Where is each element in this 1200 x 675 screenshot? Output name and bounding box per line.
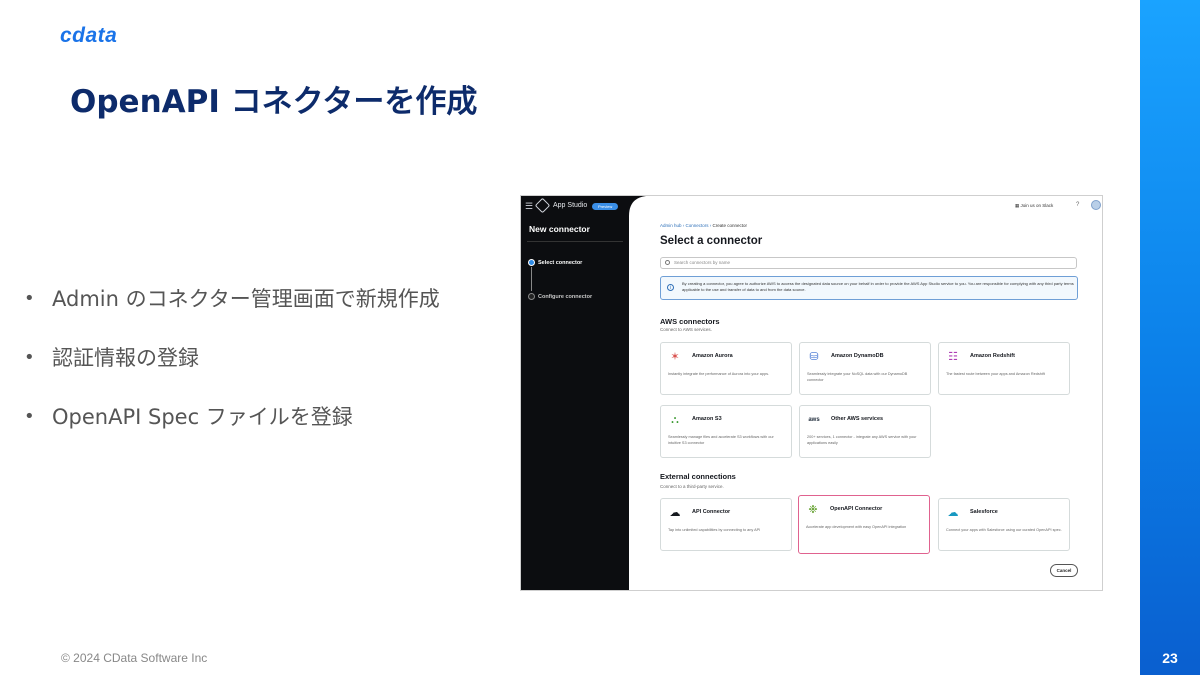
card-openapi-connector[interactable]: ❉ OpenAPI Connector Accelerate app devel… (798, 495, 930, 554)
salesforce-icon: ☁ (947, 507, 959, 519)
breadcrumb-admin-hub[interactable]: Admin hub (660, 223, 682, 228)
card-amazon-redshift[interactable]: ☷ Amazon Redshift The fastest route betw… (938, 342, 1070, 395)
info-alert: i By creating a connector, you agree to … (660, 276, 1078, 300)
cloud-icon: ☁ (669, 507, 681, 519)
card-salesforce[interactable]: ☁ Salesforce Connect your apps with Sale… (938, 498, 1070, 551)
card-title: OpenAPI Connector (830, 506, 883, 512)
step-current-icon (528, 259, 535, 266)
bullet-item: Admin のコネクター管理画面で新規作成 (24, 286, 494, 345)
card-title: Amazon Aurora (692, 353, 733, 359)
aurora-icon: ✶ (670, 351, 680, 363)
dynamodb-icon: ⛁ (809, 351, 819, 363)
help-icon[interactable]: ? (1076, 202, 1079, 208)
page-number: 23 (1162, 650, 1178, 666)
step-select-connector[interactable]: Select connector (538, 260, 582, 266)
breadcrumb: Admin hub › Connectors › Create connecto… (660, 223, 748, 228)
s3-icon: ⛬ (671, 414, 679, 426)
slide-title: OpenAPI コネクターを作成 (70, 84, 478, 120)
external-connections-subtitle: Connect to a third-party service. (660, 484, 724, 489)
bullet-item: OpenAPI Spec ファイルを登録 (24, 404, 494, 463)
avatar[interactable] (1091, 200, 1101, 210)
card-title: Amazon DynamoDB (831, 353, 884, 359)
card-description: Seamlessly integrate your NoSQL data wit… (807, 372, 908, 382)
header-curve (521, 196, 646, 226)
aws-connectors-subtitle: Connect to AWS services. (660, 327, 712, 332)
info-text: By creating a connector, you agree to au… (682, 281, 1074, 292)
card-description: Accelerate app development with easy Ope… (806, 525, 907, 529)
card-amazon-s3[interactable]: ⛬ Amazon S3 Seamlessly manage files and … (660, 405, 792, 458)
card-amazon-dynamodb[interactable]: ⛁ Amazon DynamoDB Seamlessly integrate y… (799, 342, 931, 395)
card-title: Amazon Redshift (970, 353, 1015, 359)
breadcrumb-connectors[interactable]: Connectors (686, 223, 709, 228)
app-studio-screenshot: ☰ App Studio Preview New connector Selec… (520, 195, 1103, 591)
aws-connectors-heading: AWS connectors (660, 317, 720, 326)
copyright-footer: © 2024 CData Software Inc (61, 651, 208, 665)
aws-icon: aws (808, 417, 820, 423)
sidebar-divider (527, 241, 623, 242)
new-connector-title: New connector (529, 224, 590, 234)
card-description: Tap into unlimited capabilities by conne… (668, 528, 761, 532)
card-title: Other AWS services (831, 416, 884, 422)
preview-badge: Preview (592, 203, 619, 210)
bullet-list: Admin のコネクター管理画面で新規作成 認証情報の登録 OpenAPI Sp… (24, 286, 494, 463)
breadcrumb-create-connector: Create connector (712, 223, 748, 228)
bullet-item: 認証情報の登録 (24, 345, 494, 404)
dark-sidebar (521, 196, 629, 590)
step-configure-connector[interactable]: Configure connector (538, 294, 592, 300)
cancel-button[interactable]: Cancel (1050, 564, 1078, 577)
card-description: The fastest route between your apps and … (946, 372, 1045, 376)
card-description: 200+ services, 1 connector - integrate a… (807, 435, 917, 445)
search-input[interactable]: Search connectors by name (660, 257, 1077, 269)
app-name: App Studio (553, 202, 588, 209)
external-connections-heading: External connections (660, 472, 736, 481)
accent-side-bar (1140, 0, 1200, 675)
cdata-logo: cdata (60, 24, 118, 47)
step-connector-line (531, 267, 532, 291)
card-description: Instantly integrate the performance of A… (668, 372, 770, 376)
card-api-connector[interactable]: ☁ API Connector Tap into unlimited capab… (660, 498, 792, 551)
redshift-icon: ☷ (948, 351, 958, 363)
card-description: Seamlessly manage files and accelerate S… (668, 435, 774, 445)
card-title: API Connector (692, 509, 731, 515)
join-slack-link[interactable]: ▦ Join us on Slack (1015, 203, 1053, 209)
search-placeholder: Search connectors by name (674, 260, 731, 265)
card-amazon-aurora[interactable]: ✶ Amazon Aurora Instantly integrate the … (660, 342, 792, 395)
menu-icon[interactable]: ☰ (525, 201, 533, 212)
openapi-icon: ❉ (808, 504, 818, 516)
card-title: Amazon S3 (692, 416, 722, 422)
card-title: Salesforce (970, 509, 998, 515)
card-other-aws-services[interactable]: aws Other AWS services 200+ services, 1 … (799, 405, 931, 458)
info-icon: i (667, 284, 674, 291)
card-description: Connect your apps with Salesforce using … (946, 528, 1062, 532)
search-icon (665, 260, 670, 265)
step-pending-icon (528, 293, 535, 300)
page-title: Select a connector (660, 235, 763, 247)
